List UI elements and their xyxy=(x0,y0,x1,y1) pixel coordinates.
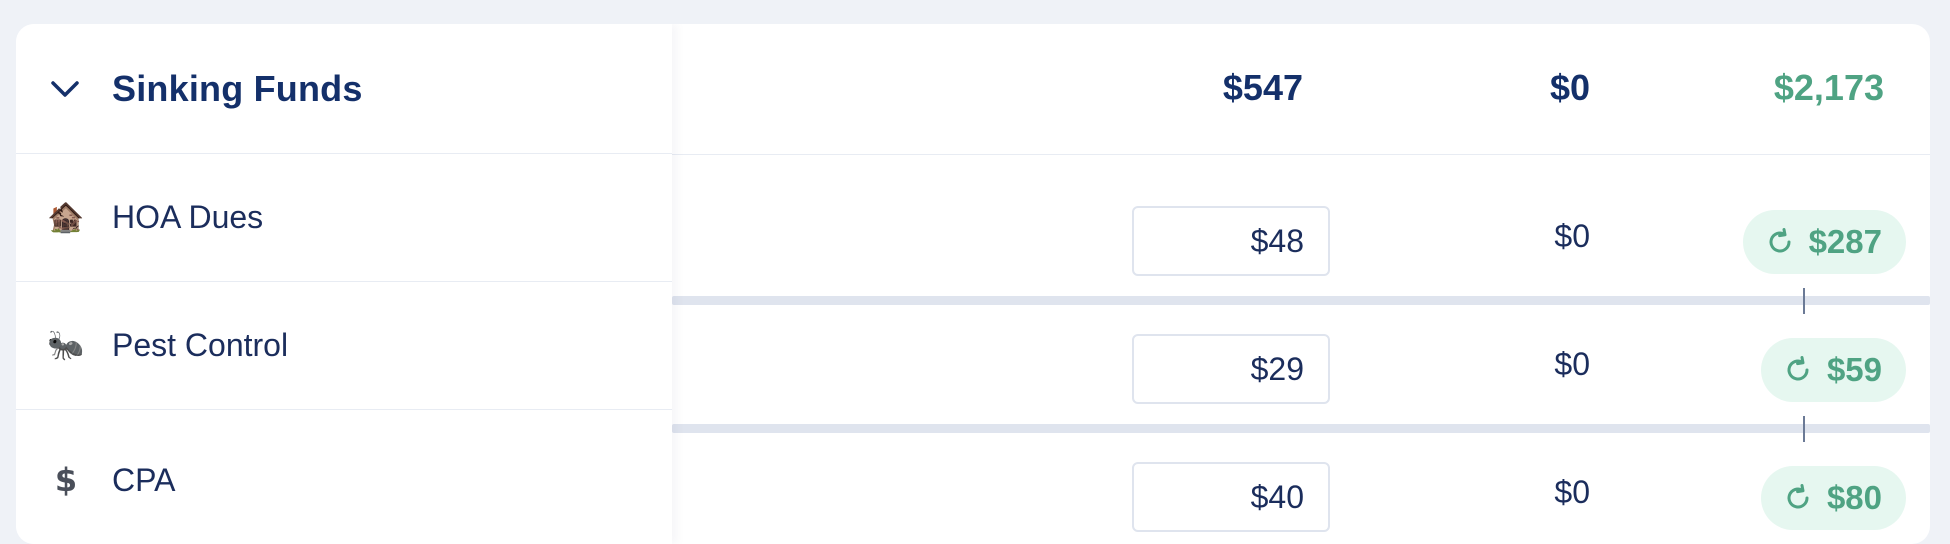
category-label: CPA xyxy=(112,461,176,498)
budget-values-area: $547 $0 $2,173 $0 $287 $0 xyxy=(672,24,1930,544)
refresh-icon xyxy=(1765,227,1795,257)
category-row-cpa[interactable]: $ CPA xyxy=(16,410,672,544)
available-pill[interactable]: $59 xyxy=(1760,338,1906,402)
dollar-icon: $ xyxy=(54,461,78,499)
group-activity-total: $0 xyxy=(1549,67,1590,108)
category-values-row: $0 $287 xyxy=(672,154,1930,282)
group-totals-row: $547 $0 $2,173 xyxy=(672,24,1930,155)
available-value: $287 xyxy=(1808,223,1882,260)
refresh-icon xyxy=(1783,355,1813,385)
ant-icon: 🐜 xyxy=(47,328,85,362)
activity-value: $0 xyxy=(1554,218,1590,254)
group-title: Sinking Funds xyxy=(112,67,363,109)
category-label: HOA Dues xyxy=(112,199,264,235)
available-pill[interactable]: $287 xyxy=(1742,210,1906,274)
activity-value: $0 xyxy=(1554,474,1590,510)
group-available-total: $2,173 xyxy=(1773,67,1884,108)
house-icon: 🏚️ xyxy=(47,200,85,234)
progress-track xyxy=(672,424,1930,433)
category-row-hoa-dues[interactable]: 🏚️ HOA Dues xyxy=(16,154,672,282)
category-name-column: Sinking Funds 🏚️ HOA Dues 🐜 Pest Control… xyxy=(16,24,672,544)
refresh-icon xyxy=(1783,483,1813,513)
activity-value: $0 xyxy=(1554,346,1590,382)
category-group-card: Sinking Funds 🏚️ HOA Dues 🐜 Pest Control… xyxy=(16,24,1930,544)
available-pill[interactable]: $80 xyxy=(1760,466,1906,530)
assigned-amount-input[interactable] xyxy=(1132,462,1330,532)
group-assigned-total: $547 xyxy=(1222,67,1303,108)
progress-track xyxy=(672,296,1930,305)
target-marker xyxy=(1803,416,1805,442)
chevron-down-icon[interactable] xyxy=(48,72,82,106)
category-row-pest-control[interactable]: 🐜 Pest Control xyxy=(16,282,672,410)
assigned-amount-input[interactable] xyxy=(1132,206,1330,276)
target-marker xyxy=(1803,288,1805,314)
category-label: Pest Control xyxy=(112,327,289,363)
assigned-amount-input[interactable] xyxy=(1132,334,1330,404)
group-header[interactable]: Sinking Funds xyxy=(16,24,672,154)
available-value: $59 xyxy=(1826,351,1882,388)
available-value: $80 xyxy=(1826,479,1882,516)
